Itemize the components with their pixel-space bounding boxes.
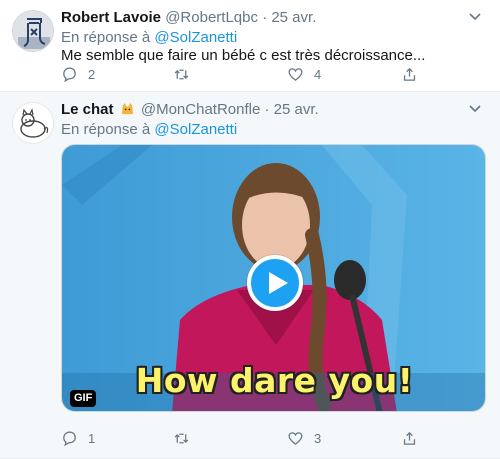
tweet[interactable]: Robert Lavoie @RobertLqbc · 25 avr. En r… xyxy=(0,0,500,92)
tweet-header: Le chat @MonChatRonfle · 25 avr. xyxy=(61,100,319,119)
tweet-header: Robert Lavoie @RobertLqbc · 25 avr. xyxy=(61,8,316,27)
share-button[interactable] xyxy=(401,64,418,84)
replying-to: En réponse à @SolZanetti xyxy=(61,120,237,139)
cat-emoji-icon xyxy=(121,102,133,115)
tweet-text: Me semble que faire un bébé c est très d… xyxy=(61,47,426,64)
chevron-down-icon[interactable] xyxy=(468,12,482,22)
replying-to: En réponse à @SolZanetti xyxy=(61,28,237,47)
tweet-actions: 2 4 xyxy=(61,64,421,84)
play-icon xyxy=(269,272,288,294)
tweet-date[interactable]: 25 avr. xyxy=(271,9,316,26)
reply-count: 1 xyxy=(88,430,96,446)
avatar[interactable] xyxy=(12,10,54,52)
chevron-down-icon[interactable] xyxy=(468,104,482,114)
user-name[interactable]: Robert Lavoie xyxy=(61,9,161,26)
share-icon xyxy=(403,431,416,445)
like-count: 4 xyxy=(314,66,322,82)
retweet-button[interactable] xyxy=(173,428,200,448)
reply-icon xyxy=(63,66,76,82)
share-icon xyxy=(403,67,416,81)
mention-link[interactable]: @SolZanetti xyxy=(154,121,237,138)
like-button[interactable]: 3 xyxy=(287,428,321,448)
share-button[interactable] xyxy=(401,428,418,448)
play-button[interactable] xyxy=(247,255,303,311)
reply-count: 2 xyxy=(88,66,96,82)
like-button[interactable]: 4 xyxy=(287,64,321,84)
gif-caption: How dare you! xyxy=(135,361,414,400)
heart-icon xyxy=(288,67,303,81)
retweet-icon xyxy=(174,433,189,443)
retweet-icon xyxy=(174,69,189,79)
like-count: 3 xyxy=(314,430,322,446)
reply-icon xyxy=(63,430,76,446)
tweet-actions: 1 3 xyxy=(61,428,421,448)
reply-button[interactable]: 1 xyxy=(61,428,95,448)
mention-link[interactable]: @SolZanetti xyxy=(154,29,237,46)
replying-prefix: En réponse à xyxy=(61,121,151,138)
replying-prefix: En réponse à xyxy=(61,29,151,46)
user-name[interactable]: Le chat xyxy=(61,101,114,118)
gif-media[interactable]: How dare you! GIF xyxy=(61,144,486,412)
gif-badge: GIF xyxy=(70,390,97,407)
retweet-button[interactable] xyxy=(173,64,200,84)
reply-button[interactable]: 2 xyxy=(61,64,95,84)
tweet[interactable]: Le chat @MonChatRonfle · 25 avr. En répo… xyxy=(0,92,500,459)
user-handle[interactable]: @RobertLqbc xyxy=(165,9,258,26)
user-handle[interactable]: @MonChatRonfle xyxy=(141,101,260,118)
avatar[interactable] xyxy=(12,102,54,144)
separator-dot: · xyxy=(264,101,270,118)
heart-icon xyxy=(288,431,303,445)
separator-dot: · xyxy=(262,9,268,26)
tweet-date[interactable]: 25 avr. xyxy=(274,101,319,118)
